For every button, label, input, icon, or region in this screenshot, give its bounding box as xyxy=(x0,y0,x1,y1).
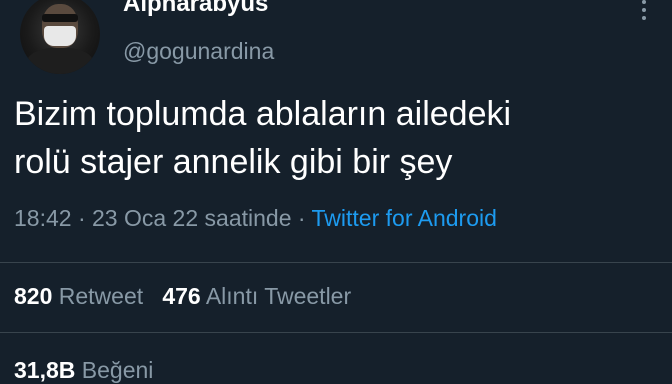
avatar[interactable] xyxy=(20,0,100,74)
likes-count: 31,8B xyxy=(14,357,76,383)
quotes-label: Alıntı Tweetler xyxy=(205,283,352,309)
likes-link[interactable]: 31,8B Beğeni xyxy=(14,357,153,384)
author-display-name[interactable]: Alpharabyus xyxy=(123,0,268,18)
meta-separator: · xyxy=(291,205,312,231)
tweet-text-line-2: rolü stajer annelik gibi bir şey xyxy=(14,143,453,181)
more-options-icon[interactable] xyxy=(640,0,648,24)
avatar-glasses xyxy=(42,14,78,22)
more-dot xyxy=(642,16,646,20)
tweet-text-line-1: Bizim toplumda ablaların ailedeki xyxy=(14,95,512,133)
tweet-source-link[interactable]: Twitter for Android xyxy=(312,205,497,231)
tweet-date[interactable]: 23 Oca 22 saatinde xyxy=(92,205,291,231)
avatar-mask xyxy=(44,26,76,46)
author-handle[interactable]: @gogunardina xyxy=(123,38,274,65)
engagement-stats: 820 Retweet 476 Alıntı Tweetler xyxy=(14,283,351,310)
quotes-count: 476 xyxy=(162,283,201,309)
divider xyxy=(0,262,672,263)
tweet-time[interactable]: 18:42 xyxy=(14,205,72,231)
avatar-body xyxy=(26,48,94,74)
quotes-link[interactable]: 476 Alıntı Tweetler xyxy=(162,283,351,309)
retweets-link[interactable]: 820 Retweet xyxy=(14,283,143,309)
tweet-meta: 18:42 · 23 Oca 22 saatinde · Twitter for… xyxy=(14,205,497,232)
retweets-label: Retweet xyxy=(58,283,144,309)
meta-separator: · xyxy=(71,205,93,231)
tweet-text: Bizim toplumda ablaların ailedeki rolü s… xyxy=(14,90,654,186)
more-dot xyxy=(642,8,646,12)
likes-label: Beğeni xyxy=(81,357,154,383)
divider xyxy=(0,332,672,333)
more-dot xyxy=(642,0,646,4)
retweets-count: 820 xyxy=(14,283,53,309)
